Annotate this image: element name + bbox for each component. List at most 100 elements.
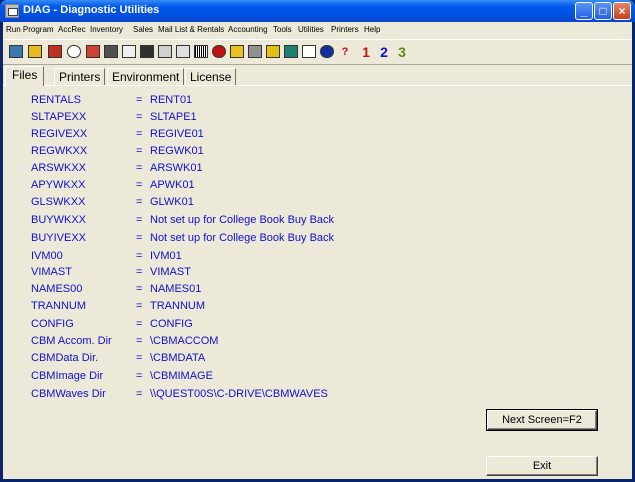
file-key: GLSWKXX <box>31 196 86 208</box>
equals-sign: = <box>136 94 143 106</box>
equals-sign: = <box>136 300 143 312</box>
checklist-icon[interactable] <box>121 44 137 60</box>
calculator-icon[interactable] <box>85 44 101 60</box>
file-key: REGIVEXX <box>31 128 88 140</box>
menu-utilities[interactable]: Utilities <box>298 25 324 34</box>
close-icon[interactable]: × <box>613 2 631 20</box>
next-screen-label: Next Screen=F2 <box>502 414 582 426</box>
title-bar[interactable]: DIAG - Diagnostic Utilities _ □ × <box>0 0 635 22</box>
equals-sign: = <box>136 318 143 330</box>
monitor-icon[interactable] <box>283 44 299 60</box>
digit-2-label: 2 <box>380 44 388 60</box>
file-value: VIMAST <box>150 266 191 278</box>
file-value: \\QUEST00S\C-DRIVE\CBMWAVES <box>150 388 328 400</box>
cash-register-icon[interactable] <box>8 44 24 60</box>
tab-strip: Files Printers Environment License <box>3 66 632 86</box>
file-value: CONFIG <box>150 318 193 330</box>
digit-3-label: 3 <box>398 44 406 60</box>
menu-mail-list-rentals[interactable]: Mail List & Rentals <box>158 25 224 34</box>
digit-3-button[interactable]: 3 <box>394 44 410 60</box>
file-value: APWK01 <box>150 179 195 191</box>
window-title: DIAG - Diagnostic Utilities <box>23 4 160 16</box>
menu-run-program[interactable]: Run Program <box>6 25 54 34</box>
menu-help[interactable]: Help <box>364 25 380 34</box>
chart-icon[interactable] <box>265 44 281 60</box>
digit-1-label: 1 <box>362 44 370 60</box>
phone-icon[interactable] <box>103 44 119 60</box>
file-key: NAMES00 <box>31 283 83 295</box>
menu-accounting[interactable]: Accounting <box>228 25 268 34</box>
file-key: TRANNUM <box>31 300 86 312</box>
barcode-icon[interactable] <box>193 44 209 60</box>
help-question-icon[interactable]: ? <box>337 44 353 60</box>
stop-icon[interactable] <box>211 44 227 60</box>
file-value: NAMES01 <box>150 283 202 295</box>
file-value: \CBMIMAGE <box>150 370 213 382</box>
tab-printers[interactable]: Printers <box>54 68 106 85</box>
lock-icon[interactable] <box>229 44 245 60</box>
next-screen-button[interactable]: Next Screen=F2 <box>486 409 598 431</box>
menu-tools[interactable]: Tools <box>273 25 292 34</box>
equals-sign: = <box>136 128 143 140</box>
equals-sign: = <box>136 232 143 244</box>
file-key: VIMAST <box>31 266 72 278</box>
app-icon[interactable] <box>5 4 19 18</box>
glasses-icon[interactable] <box>175 44 191 60</box>
digit-1-button[interactable]: 1 <box>358 44 374 60</box>
minimize-icon[interactable]: _ <box>575 2 593 20</box>
file-value: GLWK01 <box>150 196 194 208</box>
menu-accrec[interactable]: AccRec <box>58 25 86 34</box>
cart-icon[interactable] <box>247 44 263 60</box>
invoice-icon[interactable] <box>27 44 43 60</box>
network-icon[interactable] <box>157 44 173 60</box>
menu-printers[interactable]: Printers <box>331 25 359 34</box>
file-value: SLTAPE1 <box>150 111 197 123</box>
file-key: REGWKXX <box>31 145 88 157</box>
client-area: Run Program AccRec Inventory Sales Mail … <box>3 22 632 479</box>
toolbar: ? 1 2 3 <box>3 39 632 65</box>
file-key: RENTALS <box>31 94 81 106</box>
menu-inventory[interactable]: Inventory <box>90 25 123 34</box>
file-value: ARSWK01 <box>150 162 203 174</box>
file-key: CBMData Dir. <box>31 352 99 364</box>
printer-icon[interactable] <box>47 44 63 60</box>
exit-button[interactable]: Exit <box>486 456 598 476</box>
file-value: \CBMDATA <box>150 352 206 364</box>
equals-sign: = <box>136 145 143 157</box>
equals-sign: = <box>136 196 143 208</box>
exit-label: Exit <box>532 460 552 472</box>
to-do-icon[interactable] <box>301 44 317 60</box>
equals-sign: = <box>136 266 143 278</box>
help-circle-icon[interactable] <box>319 44 335 60</box>
file-key: BUYIVEXX <box>31 232 87 244</box>
tab-environment[interactable]: Environment <box>107 68 185 85</box>
file-key: CBMWaves Dir <box>31 388 106 400</box>
file-key: CBM Accom. Dir <box>31 335 112 347</box>
tab-files[interactable]: Files <box>5 66 45 86</box>
equals-sign: = <box>136 370 143 382</box>
binoculars-icon[interactable] <box>139 44 155 60</box>
file-key: BUYWKXX <box>31 214 87 226</box>
file-value: \CBMACCOM <box>150 335 219 347</box>
equals-sign: = <box>136 214 143 226</box>
file-key: CBMImage Dir <box>31 370 104 382</box>
equals-sign: = <box>136 352 143 364</box>
equals-sign: = <box>136 111 143 123</box>
clock-icon[interactable] <box>66 44 82 60</box>
maximize-icon[interactable]: □ <box>594 2 612 20</box>
file-key: IVM00 <box>31 250 63 262</box>
file-value: Not set up for College Book Buy Back <box>150 232 335 244</box>
equals-sign: = <box>136 283 143 295</box>
equals-sign: = <box>136 250 143 262</box>
file-value: TRANNUM <box>150 300 205 312</box>
digit-2-button[interactable]: 2 <box>376 44 392 60</box>
app-window: DIAG - Diagnostic Utilities _ □ × Run Pr… <box>0 0 635 482</box>
menu-sales[interactable]: Sales <box>133 25 153 34</box>
equals-sign: = <box>136 162 143 174</box>
equals-sign: = <box>136 335 143 347</box>
menu-bar: Run Program AccRec Inventory Sales Mail … <box>3 22 632 38</box>
tab-license[interactable]: License <box>185 68 237 85</box>
equals-sign: = <box>136 179 143 191</box>
file-key: SLTAPEXX <box>31 111 87 123</box>
file-key: APYWKXX <box>31 179 86 191</box>
